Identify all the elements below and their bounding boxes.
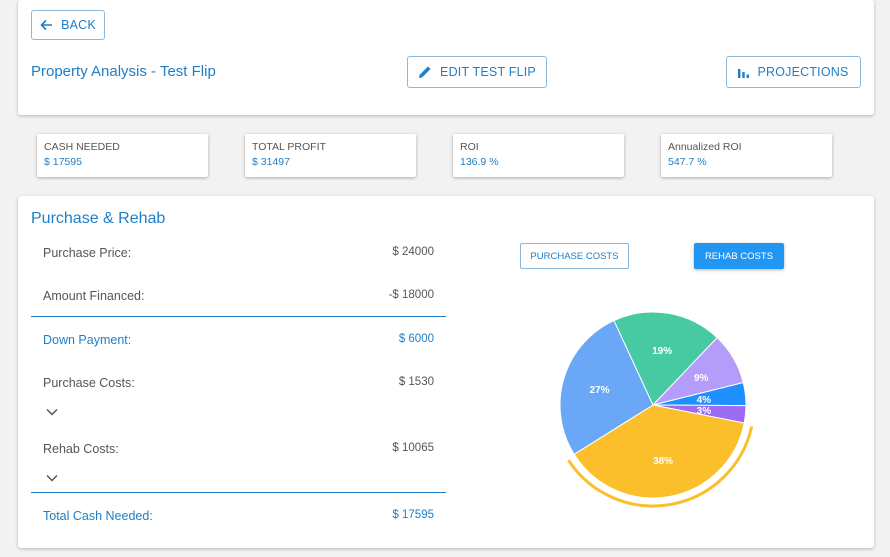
pencil-icon [419,66,431,78]
chevron-down-icon[interactable] [46,408,58,416]
edit-button[interactable]: EDIT TEST FLIP [407,56,547,88]
edit-label: EDIT TEST FLIP [440,65,536,79]
projections-button[interactable]: PROJECTIONS [726,56,861,88]
page-title: Property Analysis - Test Flip [31,63,216,80]
row-value: $ 6000 [398,333,434,345]
row-label: Rehab Costs: [43,442,119,456]
stat-roi: ROI 136.9 % [453,134,624,177]
rehab-costs-toggle[interactable]: REHAB COSTS [694,243,784,269]
row-rehab-costs: Rehab Costs: $ 10065 [43,442,434,456]
stat-value: 547.7 % [668,156,707,168]
row-value: $ 1530 [398,376,434,388]
pie-slice-label: 38% [653,456,673,467]
divider [31,492,446,493]
row-purchase-price: Purchase Price: $ 24000 [43,246,434,260]
stat-label: Annualized ROI [668,141,742,153]
pie-slice-label: 27% [590,385,610,396]
row-label: Amount Financed: [43,289,145,303]
projections-label: PROJECTIONS [757,65,849,79]
row-amount-financed: Amount Financed: -$ 18000 [43,289,434,303]
row-label: Purchase Costs: [43,376,135,390]
stat-annualized-roi: Annualized ROI 547.7 % [661,134,832,177]
stat-value: 136.9 % [460,156,499,168]
back-button[interactable]: BACK [31,10,105,40]
stat-cash-needed: CASH NEEDED $ 17595 [37,134,208,177]
row-value: $ 10065 [392,442,434,454]
back-label: BACK [61,18,96,32]
row-label: Purchase Price: [43,246,132,260]
purchase-costs-toggle-label: PURCHASE COSTS [530,250,619,262]
stat-label: TOTAL PROFIT [252,141,326,153]
pie-slice-label: 9% [694,373,709,384]
rehab-costs-pie-chart: 4%3%38%27%19%9% [559,311,754,508]
row-purchase-costs: Purchase Costs: $ 1530 [43,376,434,390]
row-total-cash-needed: Total Cash Needed: $ 17595 [43,509,434,523]
arrow-left-icon [40,19,53,31]
chevron-down-icon[interactable] [46,474,58,482]
row-down-payment: Down Payment: $ 6000 [43,333,434,347]
stat-total-profit: TOTAL PROFIT $ 31497 [245,134,416,177]
stat-label: ROI [460,141,479,153]
row-label: Down Payment: [43,333,132,347]
stat-value: $ 17595 [44,156,82,168]
rehab-costs-toggle-label: REHAB COSTS [704,250,774,262]
row-value: $ 24000 [392,246,434,258]
purchase-costs-toggle[interactable]: PURCHASE COSTS [520,243,629,269]
stat-label: CASH NEEDED [44,141,120,153]
row-value: $ 17595 [392,509,434,521]
pie-slice-label: 19% [652,346,672,357]
bar-chart-icon [738,68,750,78]
row-label: Total Cash Needed: [43,509,153,523]
section-title: Purchase & Rehab [31,210,166,227]
stat-value: $ 31497 [252,156,290,168]
divider [31,316,446,317]
pie-slice-label: 4% [697,395,712,406]
row-value: -$ 18000 [388,289,434,301]
